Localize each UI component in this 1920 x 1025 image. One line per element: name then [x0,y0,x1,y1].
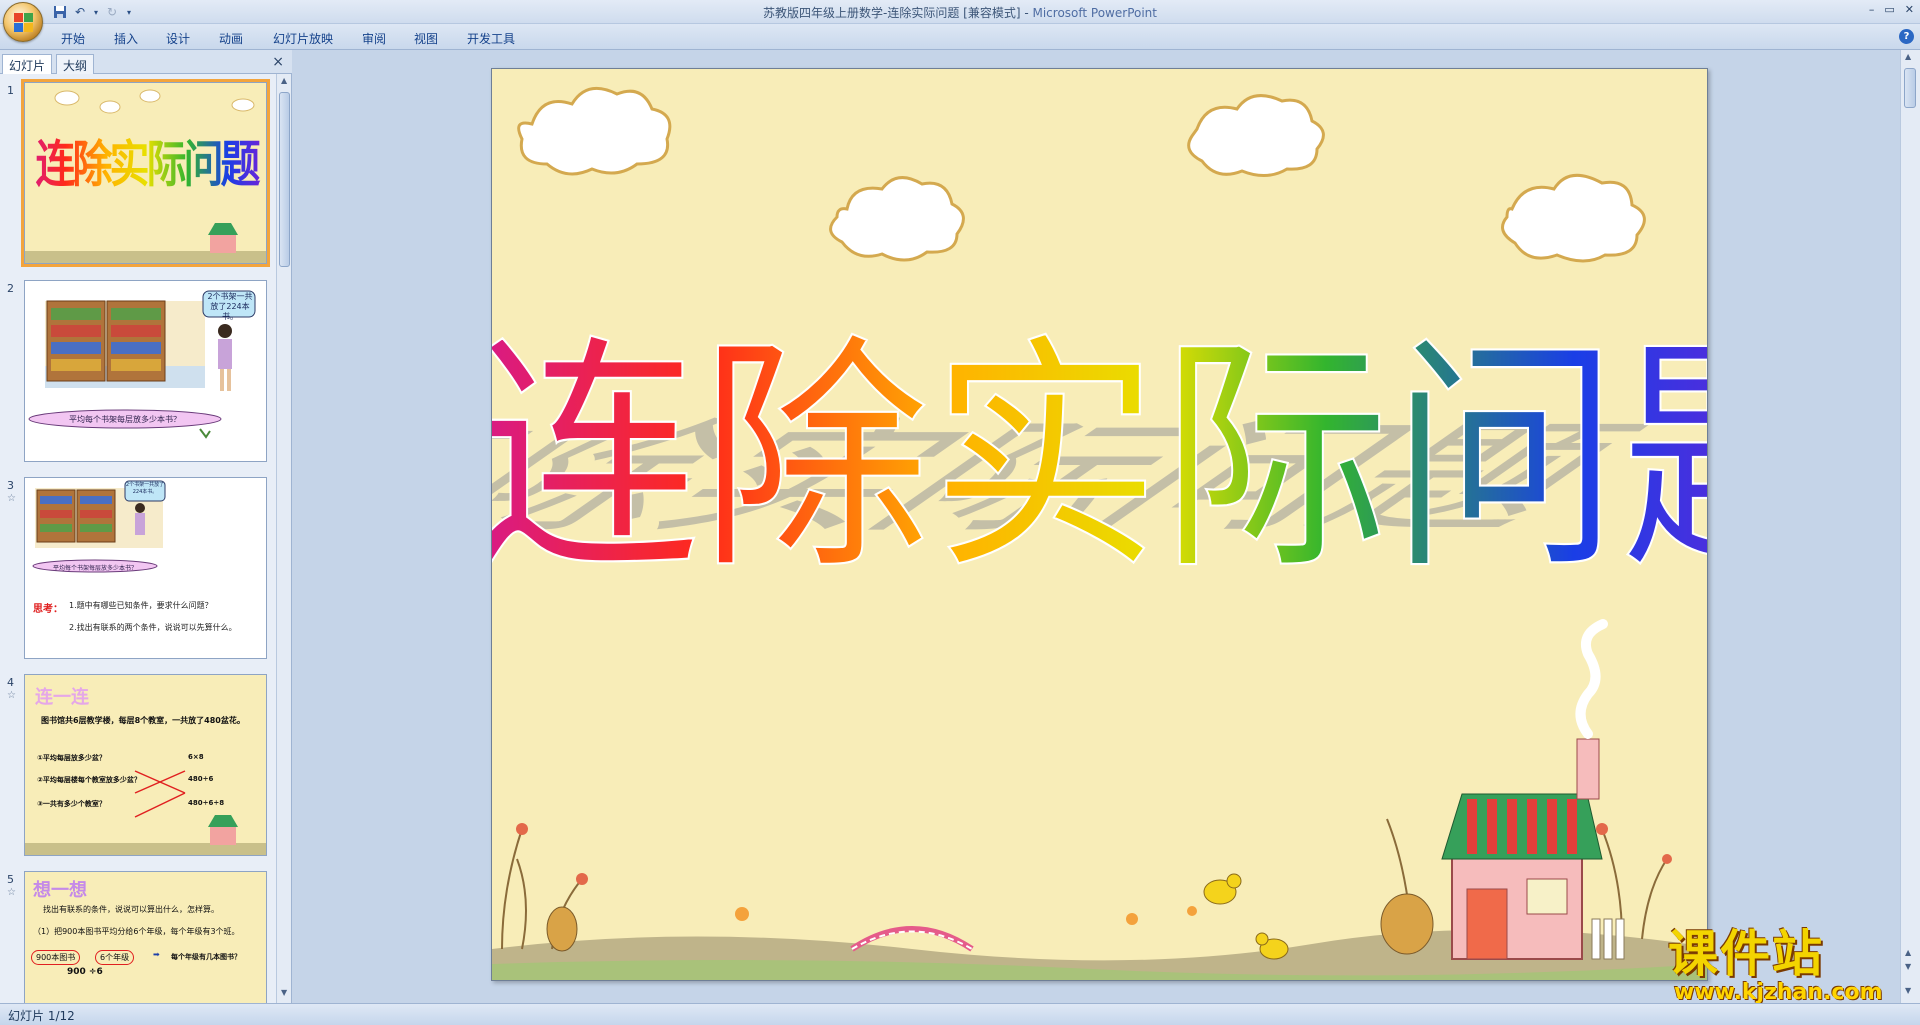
slide-title-text: 连除实际问题 [492,315,1708,603]
help-icon[interactable]: ? [1899,29,1914,44]
tab-insert[interactable]: 插入 [114,30,138,47]
animation-star-icon: ☆ [7,690,16,701]
cloud-icon [517,86,672,176]
scroll-down-icon[interactable]: ▼ [281,988,287,997]
office-button[interactable] [3,2,43,42]
minimize-button[interactable]: – [1869,3,1875,16]
thumbnail-box-2: 6个年级 [95,950,135,965]
thumbnail-bubble-text: 2个书架一共放了224本书。 [207,292,253,321]
thumbnail-question: 平均每个书架每层放多少本书？ [52,565,137,572]
window-controls: – ▭ ✕ [1869,3,1914,16]
thumbnail-list: 1 连除实际问题 2 2个书架一共放了224本书。 平均每个书架每层放多少本书？… [0,74,276,1003]
thumbnail-heading: 连一连 [35,687,89,708]
thumbnail-bubble-text: 2个书架一共放了224本书。 [125,482,165,495]
thumbnail-left-3: ③一共有多少个教室？ [37,800,106,808]
thumbnail-line-1: 找出有联系的条件，说说可以算出什么，怎样算。 [43,905,219,914]
slide-number: 2 [7,282,14,295]
slide-number: 4 [7,676,14,689]
thumbnail-right-1: 6×8 [188,753,204,761]
title-bar: ↶ ▾ ↻ ▾ 苏教版四年级上册数学-连除实际问题 [兼容模式] - Micro… [0,0,1920,42]
slide-thumbnail-3[interactable]: 2个书架一共放了224本书。 平均每个书架每层放多少本书？ 思考： 1.题中有哪… [24,477,267,659]
watermark: 课件站 www.kjzhan.com [1668,925,1913,1005]
thumbnail-left-2: ②平均每层楼每个教室放多少盆？ [37,776,141,784]
close-pane-icon[interactable]: × [272,54,284,70]
current-slide[interactable]: 连除实际问题 连除实际问题 [491,68,1708,981]
title-separator: - [1020,6,1033,20]
restore-button[interactable]: ▭ [1884,3,1894,16]
ribbon-tabs: 开始 插入 设计 动画 幻灯片放映 审阅 视图 开发工具 ? [0,24,1920,50]
thumbnail-scrollbar[interactable]: ▲ ▼ [276,74,291,1003]
document-title: 苏教版四年级上册数学-连除实际问题 [兼容模式] [763,6,1021,20]
tab-design[interactable]: 设计 [166,30,190,47]
status-bar: 幻灯片 1/12 [0,1003,1920,1025]
thumbnail-box-1: 900本图书 [31,950,81,965]
watermark-text: 课件站 [1668,925,1824,983]
window-title: 苏教版四年级上册数学-连除实际问题 [兼容模式] - Microsoft Pow… [0,4,1920,21]
editor-scrollbar[interactable]: ▲ ▲ ▼ ▼ [1900,50,1920,1003]
thumbnail-question: 平均每个书架每层放多少本书？ [69,415,181,424]
slide-artwork: 连除实际问题 连除实际问题 [492,86,1708,980]
slide-thumbnail-5[interactable]: 想一想 找出有联系的条件，说说可以算出什么，怎样算。 （1）把900本图书平均分… [24,871,267,1003]
slide-counter: 幻灯片 1/12 [8,1009,75,1023]
slide-thumbnail-2[interactable]: 2个书架一共放了224本书。 平均每个书架每层放多少本书？ [24,280,267,462]
thumbnail-heading: 想一想 [33,880,87,901]
slide-thumbnail-4[interactable]: 连一连 图书馆共6层教学楼，每层8个教室，一共放了480盆花。 ①平均每层放多少… [24,674,267,856]
tab-outline[interactable]: 大纲 [56,54,95,74]
animation-star-icon: ☆ [7,493,16,504]
tab-view[interactable]: 视图 [414,30,438,47]
office-logo-icon [14,13,34,33]
tab-home[interactable]: 开始 [61,30,85,47]
tab-review[interactable]: 审阅 [362,30,386,47]
watermark-url: www.kjzhan.com [1674,980,1883,1005]
thumbnail-left-1: ①平均每层放多少盆？ [37,754,106,762]
thumbnail-think-2: 2.找出有联系的两个条件，说说可以先算什么。 [69,623,237,632]
slide-number: 1 [7,84,14,97]
slide-number: 5 [7,873,14,886]
slide-thumbnail-1[interactable]: 连除实际问题 [21,79,270,267]
slide-title-art: 连除实际问题 [492,315,1708,603]
thumbnail-title: 连除实际问题 [25,124,266,197]
tab-animation[interactable]: 动画 [219,30,243,47]
thumbnail-result: 每个年级有几本图书？ [171,953,241,961]
tab-developer[interactable]: 开发工具 [467,30,515,47]
scrollbar-thumb[interactable] [279,92,290,267]
animation-star-icon: ☆ [7,887,16,898]
slide-pane: 幻灯片 大纲 × 1 连除实际问题 2 2个书架一共放了224本书。 平均每个书… [0,50,292,1003]
thumbnail-arrow-icon: ➡ [153,950,160,959]
thumbnail-right-3: 480÷6÷8 [188,799,225,807]
thumbnail-think-label: 思考： [33,604,63,615]
thumbnail-text: 图书馆共6层教学楼，每层8个教室，一共放了480盆花。 [41,716,245,725]
thumbnail-think-1: 1.题中有哪些已知条件，要求什么问题？ [69,601,213,610]
slide-number: 3 [7,479,14,492]
thumbnail-line-2: （1）把900本图书平均分给6个年级，每个年级有3个班。 [33,927,240,936]
tab-slideshow[interactable]: 幻灯片放映 [273,30,333,47]
app-name: Microsoft PowerPoint [1032,6,1157,20]
thumbnail-right-2: 480÷6 [188,775,214,783]
scroll-up-icon[interactable]: ▲ [1905,52,1911,61]
slide-pane-tabs: 幻灯片 大纲 × [0,50,292,74]
scrollbar-thumb[interactable] [1904,68,1916,108]
scroll-up-icon[interactable]: ▲ [281,76,287,85]
slide-editing-area: 连除实际问题 连除实际问题 [293,50,1900,1003]
tab-slides[interactable]: 幻灯片 [2,54,53,74]
close-window-button[interactable]: ✕ [1905,3,1914,16]
thumbnail-formula: 900 ÷6 [67,967,103,977]
